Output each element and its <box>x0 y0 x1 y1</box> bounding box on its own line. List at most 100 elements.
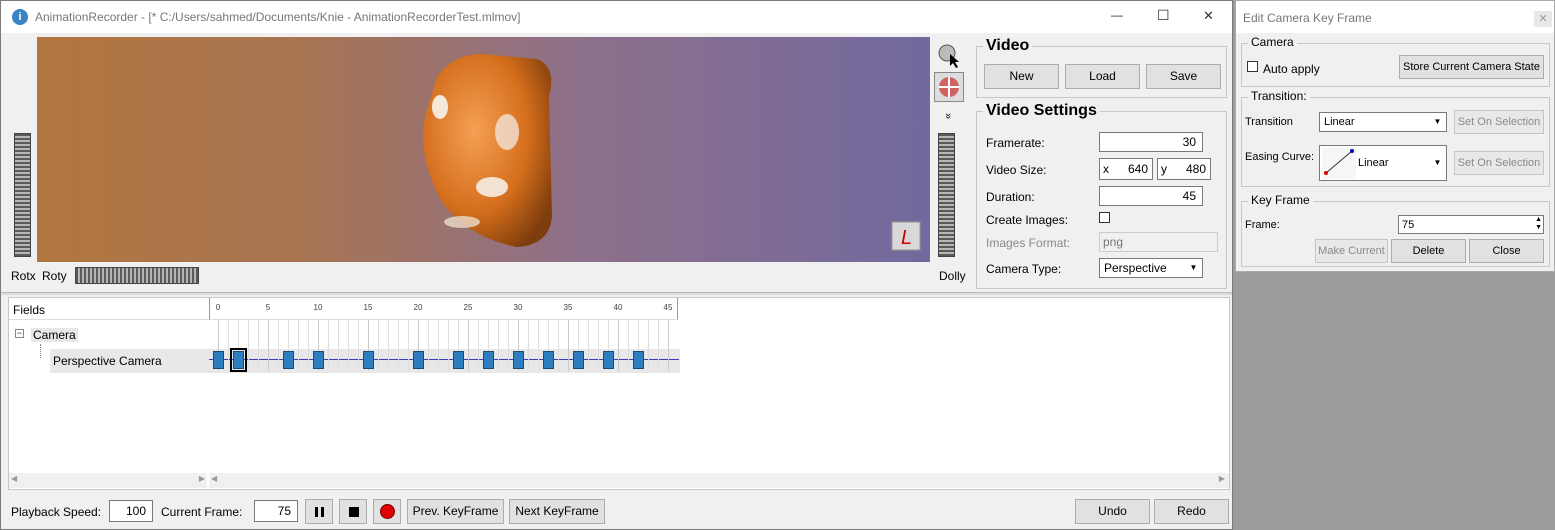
images-format-label: Images Format: <box>986 236 1071 250</box>
images-format-field[interactable]: png <box>1099 232 1218 252</box>
selected-keyframe-marker[interactable] <box>230 348 247 372</box>
pause-icon <box>315 507 318 517</box>
playback-speed-field[interactable]: 100 <box>109 500 153 522</box>
knee-model-render: L <box>423 53 921 251</box>
timeline-tick <box>408 319 409 371</box>
timeline-tick <box>258 319 259 371</box>
video-size-label: Video Size: <box>986 163 1047 177</box>
select-cursor-icon[interactable] <box>936 42 962 68</box>
timeline-tick <box>508 319 509 371</box>
rotx-slider[interactable] <box>14 133 31 257</box>
video-group-title: Video <box>983 37 1033 55</box>
framerate-field[interactable]: 30 <box>1099 132 1203 152</box>
minimize-button[interactable]: — <box>1111 8 1123 22</box>
spin-arrows-icon[interactable]: ▲ ▼ <box>1535 216 1542 232</box>
tree-branch-line <box>40 344 41 358</box>
load-button[interactable]: Load <box>1065 64 1140 89</box>
rotate-camera-icon[interactable] <box>934 72 964 102</box>
tree-root-camera[interactable]: Camera <box>31 328 78 342</box>
dialog-title: Edit Camera Key Frame <box>1243 11 1372 25</box>
frame-spinbox[interactable]: 75 ▲ ▼ <box>1398 215 1544 234</box>
timeline-tick <box>478 319 479 371</box>
timeline-tick <box>658 319 659 371</box>
delete-button[interactable]: Delete <box>1391 239 1466 263</box>
prev-keyframe-button[interactable]: Prev. KeyFrame <box>407 499 504 524</box>
tree-expand-toggle[interactable]: − <box>15 329 24 338</box>
pause-button[interactable] <box>305 499 333 524</box>
tree-child-perspective-camera[interactable]: Perspective Camera <box>53 354 162 368</box>
keyframe-marker[interactable] <box>543 351 554 369</box>
timeline-tick <box>468 319 469 371</box>
save-button[interactable]: Save <box>1146 64 1221 89</box>
store-camera-state-button[interactable]: Store Current Camera State <box>1399 55 1544 79</box>
timeline-panel: Fields − Camera Perspective Camera <box>8 297 1230 490</box>
keyframe-group-title: Key Frame <box>1248 193 1313 207</box>
dialog-close-button[interactable]: Close <box>1469 239 1544 263</box>
record-icon <box>380 504 395 519</box>
make-current-button[interactable]: Make Current <box>1315 239 1388 263</box>
redo-button[interactable]: Redo <box>1154 499 1229 524</box>
transition-select[interactable]: Linear ▼ <box>1319 112 1447 132</box>
fields-header: Fields <box>9 298 210 320</box>
new-button[interactable]: New <box>984 64 1059 89</box>
duration-field[interactable]: 45 <box>1099 186 1203 206</box>
frame-value: 75 <box>1402 219 1415 231</box>
timeline-tick-label: 0 <box>215 303 221 312</box>
timeline-tick <box>528 319 529 371</box>
keyframe-marker[interactable] <box>633 351 644 369</box>
dialog-close-icon[interactable]: ✕ <box>1534 11 1552 27</box>
timeline-tick <box>328 319 329 371</box>
current-frame-label: Current Frame: <box>161 505 243 519</box>
timeline-tick <box>538 319 539 371</box>
timeline-tick <box>588 319 589 371</box>
keyframe-marker[interactable] <box>573 351 584 369</box>
keyframe-marker[interactable] <box>603 351 614 369</box>
duration-label: Duration: <box>986 190 1035 204</box>
keyframe-marker[interactable] <box>413 351 424 369</box>
keyframe-marker[interactable] <box>453 351 464 369</box>
record-button[interactable] <box>373 499 401 524</box>
render-viewport[interactable]: L <box>37 37 930 262</box>
camera-type-select[interactable]: Perspective ▼ <box>1099 258 1203 278</box>
dolly-slider[interactable] <box>938 133 955 257</box>
chevron-down-icon: ▼ <box>1189 263 1198 272</box>
keyframe-marker[interactable] <box>283 351 294 369</box>
width-field[interactable]: x 640 <box>1099 158 1153 180</box>
keyframe-marker[interactable] <box>483 351 494 369</box>
roty-slider[interactable] <box>75 267 199 284</box>
current-frame-field[interactable]: 75 <box>254 500 298 522</box>
scroll-right-icon[interactable]: ▶ <box>199 474 205 483</box>
stop-button[interactable] <box>339 499 367 524</box>
next-keyframe-button[interactable]: Next KeyFrame <box>509 499 605 524</box>
keyframe-marker[interactable] <box>513 351 524 369</box>
close-button[interactable]: ✕ <box>1203 8 1214 24</box>
timeline-tick-label: 5 <box>265 303 271 312</box>
keyframe-marker[interactable] <box>363 351 374 369</box>
set-on-selection-transition-button[interactable]: Set On Selection <box>1454 110 1544 134</box>
timeline-tick <box>648 319 649 371</box>
height-value: 480 <box>1185 162 1206 176</box>
create-images-checkbox[interactable] <box>1099 212 1110 223</box>
scroll-left-icon[interactable]: ◀ <box>11 474 17 483</box>
scroll-right-icon[interactable]: ▶ <box>1219 474 1225 483</box>
fields-scrollbar[interactable]: ◀ ▶ <box>9 473 207 488</box>
height-field[interactable]: y 480 <box>1157 158 1211 180</box>
set-on-selection-easing-button[interactable]: Set On Selection <box>1454 151 1544 175</box>
timeline-tick <box>448 319 449 371</box>
chevron-down-icon: ▼ <box>1433 158 1442 167</box>
auto-apply-checkbox[interactable] <box>1247 61 1258 72</box>
maximize-button[interactable]: ☐ <box>1157 7 1170 24</box>
timeline-tick <box>298 319 299 371</box>
keyframe-marker[interactable] <box>213 351 224 369</box>
undo-button[interactable]: Undo <box>1075 499 1150 524</box>
auto-apply-label: Auto apply <box>1263 62 1320 76</box>
scroll-left-icon[interactable]: ◀ <box>211 474 217 483</box>
easing-curve-select[interactable]: Linear ▼ <box>1319 145 1447 181</box>
x-label: x <box>1103 162 1109 176</box>
timeline-scrollbar[interactable]: ◀ ▶ <box>209 473 1229 488</box>
timeline-tick-label: 25 <box>463 303 473 312</box>
keyframe-marker[interactable] <box>313 351 324 369</box>
minus-icon: − <box>16 328 23 338</box>
chevron-down-icon[interactable]: » <box>942 113 954 119</box>
splitter[interactable] <box>1 292 1232 295</box>
